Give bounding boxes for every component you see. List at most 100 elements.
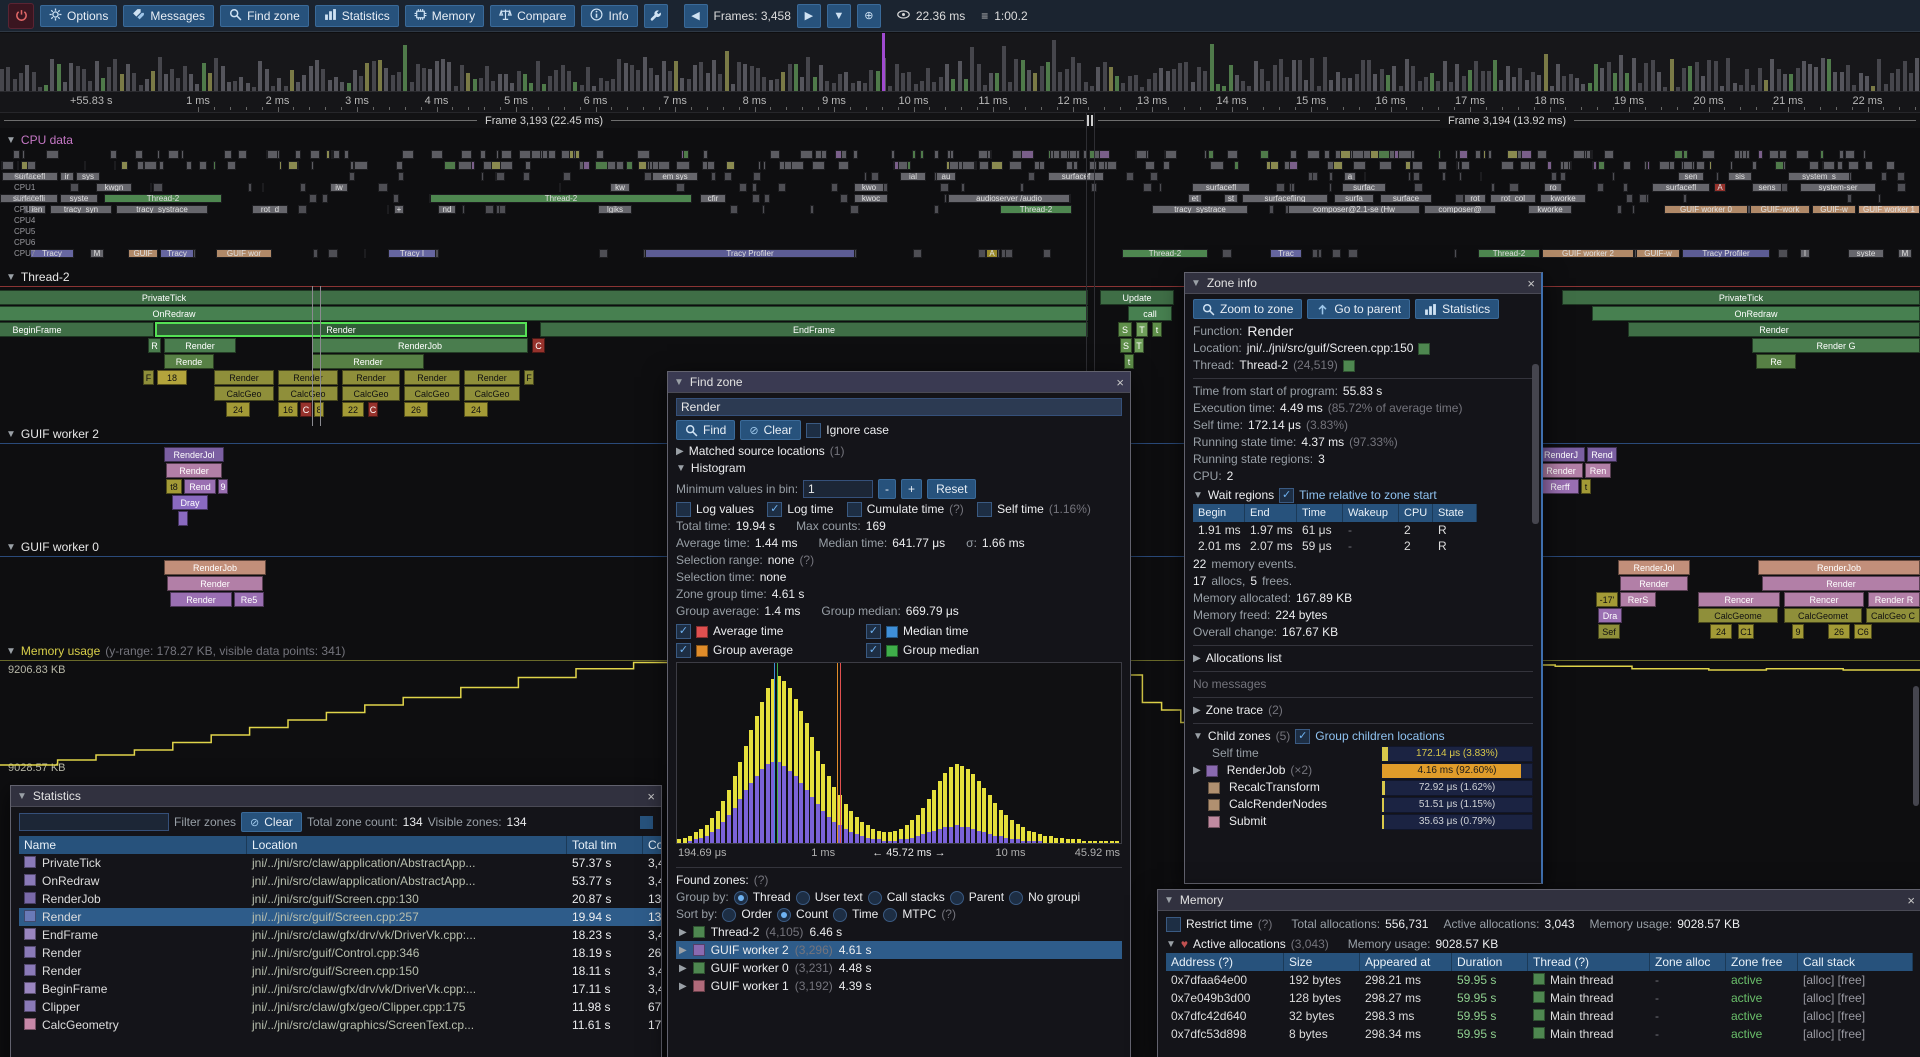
cpu-zone[interactable]: Thread-2 <box>1000 205 1072 214</box>
frames-row[interactable]: Frame 3,193 (22.45 ms)Frame 3,194 (13.92… <box>0 113 1920 128</box>
compare-button[interactable]: Compare <box>490 5 575 27</box>
found-zone-group[interactable]: ▶GUIF worker 2(3,296)4.61 s <box>676 941 1122 959</box>
table-cell[interactable]: 11.61 s <box>567 1016 643 1034</box>
column-header[interactable]: Call stack <box>1798 953 1913 971</box>
zone[interactable]: CalcGeo <box>404 386 460 401</box>
thread-header[interactable]: ▼Thread-2 <box>6 270 70 284</box>
cpu-zone[interactable]: kworke <box>1540 194 1586 203</box>
cpu-zone[interactable]: I <box>1800 249 1810 258</box>
table-row[interactable]: EndFrame <box>19 926 247 944</box>
cpu-zone[interactable]: GUIF worker 2 <box>1542 249 1634 258</box>
cpu-zone[interactable]: GUIF worker 0 <box>1664 205 1748 214</box>
sort-by-radio[interactable] <box>883 908 897 922</box>
child-zone-row[interactable]: CalcRenderNodes51.51 μs (1.15%) <box>1193 796 1533 813</box>
cpu-zone[interactable]: Thread-2 <box>104 194 222 203</box>
cpu-zone[interactable]: lgiks <box>598 205 632 214</box>
zone[interactable]: 26 <box>1828 624 1850 639</box>
zone[interactable]: Render <box>278 370 338 385</box>
zone[interactable]: Render <box>464 370 520 385</box>
table-cell[interactable]: 53.77 s <box>567 872 643 890</box>
sort-by-radio[interactable] <box>833 908 847 922</box>
legend-checkbox[interactable]: ✓ <box>676 643 691 658</box>
zone[interactable]: Render <box>166 463 222 478</box>
zone-thread[interactable]: Thread-2 <box>1239 357 1288 374</box>
next-frame-button[interactable]: ▶ <box>797 4 821 28</box>
cpu-zone[interactable]: tracy_systrace <box>1152 205 1248 214</box>
close-icon[interactable]: × <box>1907 894 1915 907</box>
zone[interactable]: Render <box>342 370 400 385</box>
cpu-zone[interactable]: kworke <box>1528 205 1572 214</box>
zone[interactable]: CalcGeome <box>1698 608 1778 623</box>
table-cell[interactable]: jni/../jni/src/claw/gfx/drv/vk/DriverVk.… <box>247 926 567 944</box>
zone[interactable]: CalcGeo <box>214 386 274 401</box>
zone[interactable]: 8 <box>314 402 324 417</box>
cpu-zone[interactable]: sens <box>1752 183 1782 192</box>
cpu-zone[interactable]: tracy_systrace <box>116 205 208 214</box>
histogram-option-checkbox[interactable] <box>977 502 992 517</box>
table-cell[interactable]: 19.94 s <box>567 908 643 926</box>
cpu-zone[interactable]: kwgn <box>96 183 132 192</box>
cpu-zone[interactable]: surfac <box>1342 183 1386 192</box>
zone[interactable]: Render G <box>1752 338 1920 353</box>
column-header[interactable]: Address (?) <box>1166 953 1284 971</box>
child-zone-row[interactable]: RecalcTransform72.92 μs (1.62%) <box>1193 779 1533 796</box>
cpu-zone[interactable]: rot_col <box>1490 194 1536 203</box>
collapse-icon[interactable]: ▼ <box>674 377 684 388</box>
zone[interactable]: 24 <box>1710 624 1732 639</box>
cpu-zone[interactable]: nd <box>438 205 456 214</box>
table-cell[interactable]: 18.23 s <box>567 926 643 944</box>
zone[interactable]: Render <box>1539 463 1583 478</box>
column-header[interactable]: Location <box>247 836 567 854</box>
zone[interactable]: Render <box>170 592 232 607</box>
zone[interactable]: Render R <box>1868 592 1920 607</box>
table-cell[interactable]: 3,457 <box>643 980 662 998</box>
table-cell[interactable]: 17,286 <box>643 1016 662 1034</box>
column-header[interactable]: Zone free <box>1726 953 1798 971</box>
found-zone-group[interactable]: ▶Thread-2(4,105)6.46 s <box>676 923 1122 941</box>
zone[interactable]: C1 <box>1738 624 1754 639</box>
zone[interactable]: RenderJob <box>164 560 266 575</box>
table-cell[interactable]: 20.87 s <box>567 890 643 908</box>
zone[interactable]: Ren <box>1585 463 1611 478</box>
column-header[interactable]: State <box>1433 504 1477 522</box>
zone[interactable]: OnRedraw <box>0 306 1088 321</box>
zone[interactable]: 24 <box>464 402 488 417</box>
zone[interactable]: 26 <box>404 402 428 417</box>
cpu-zone[interactable]: surfacefling <box>1242 194 1328 203</box>
cpu-zone[interactable]: system-ser <box>1800 183 1876 192</box>
zone[interactable]: Re <box>1756 354 1796 369</box>
cpu-zone[interactable]: iw <box>330 183 348 192</box>
zone[interactable]: 22 <box>342 402 364 417</box>
frame-span[interactable]: Frame 3,193 (22.45 ms) <box>0 113 1088 128</box>
cpu-zone[interactable]: GUIF-w <box>1636 249 1680 258</box>
column-header[interactable]: Appeared at <box>1360 953 1452 971</box>
statistics-button[interactable]: Statistics <box>315 5 399 27</box>
column-header[interactable]: Wakeup <box>1343 504 1399 522</box>
zone[interactable]: RenderJol <box>1618 560 1690 575</box>
column-header[interactable]: End <box>1245 504 1297 522</box>
zone[interactable]: Rerff <box>1541 479 1579 494</box>
cpu-zone[interactable]: Trac <box>1270 249 1302 258</box>
column-header[interactable]: CPU <box>1399 504 1433 522</box>
cpu-zone[interactable]: Tracy Profiler <box>1682 249 1770 258</box>
zone[interactable]: 9 <box>1792 624 1804 639</box>
zone[interactable]: Render <box>1628 322 1920 337</box>
cpu-zone[interactable]: surfacefl <box>1652 183 1710 192</box>
zone[interactable]: S <box>1120 338 1132 353</box>
zone[interactable]: C <box>532 338 545 353</box>
close-icon[interactable]: × <box>1116 376 1124 389</box>
zone[interactable]: Render <box>1620 576 1688 591</box>
column-header[interactable]: Total tim <box>567 836 643 854</box>
cpu-zone[interactable]: A <box>1714 183 1726 192</box>
table-cell[interactable]: 13,824 <box>643 890 662 908</box>
zone[interactable]: 18 <box>157 370 187 385</box>
zone[interactable]: Render <box>167 576 263 591</box>
column-header[interactable]: Begin <box>1193 504 1245 522</box>
table-row[interactable]: PrivateTick <box>19 854 247 872</box>
cpu-zone[interactable]: sis <box>1728 172 1752 181</box>
prev-frame-button[interactable]: ◀ <box>684 4 708 28</box>
allocations-list-row[interactable]: ▶Allocations list <box>1193 650 1533 667</box>
zone[interactable]: PrivateTick <box>1562 290 1920 305</box>
column-header[interactable]: Size <box>1284 953 1360 971</box>
wait-regions-toggle[interactable]: ▼ <box>1193 487 1203 504</box>
